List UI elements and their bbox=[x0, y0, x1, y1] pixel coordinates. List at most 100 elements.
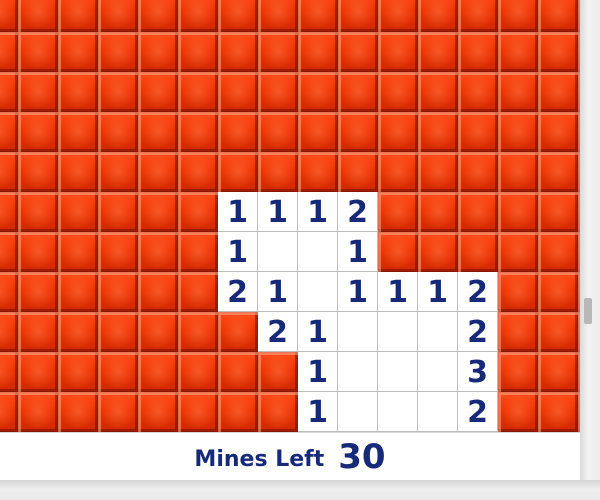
covered-tile[interactable] bbox=[218, 0, 258, 32]
covered-tile[interactable] bbox=[538, 112, 578, 152]
covered-tile[interactable] bbox=[58, 392, 98, 432]
covered-tile[interactable] bbox=[138, 272, 178, 312]
covered-tile[interactable] bbox=[258, 392, 298, 432]
covered-tile[interactable] bbox=[98, 0, 138, 32]
covered-tile[interactable] bbox=[98, 32, 138, 72]
covered-tile[interactable] bbox=[218, 392, 258, 432]
covered-tile[interactable] bbox=[538, 272, 578, 312]
covered-tile[interactable] bbox=[18, 272, 58, 312]
covered-tile[interactable] bbox=[538, 192, 578, 232]
covered-tile[interactable] bbox=[418, 32, 458, 72]
covered-tile[interactable] bbox=[98, 112, 138, 152]
covered-tile[interactable] bbox=[58, 232, 98, 272]
covered-tile[interactable] bbox=[258, 72, 298, 112]
covered-tile[interactable] bbox=[138, 192, 178, 232]
covered-tile[interactable] bbox=[218, 152, 258, 192]
covered-tile[interactable] bbox=[338, 0, 378, 32]
covered-tile[interactable] bbox=[298, 112, 338, 152]
covered-tile[interactable] bbox=[298, 32, 338, 72]
covered-tile[interactable] bbox=[378, 232, 418, 272]
covered-tile[interactable] bbox=[218, 72, 258, 112]
covered-tile[interactable] bbox=[58, 72, 98, 112]
covered-tile[interactable] bbox=[98, 312, 138, 352]
covered-tile[interactable] bbox=[258, 352, 298, 392]
covered-tile[interactable] bbox=[138, 112, 178, 152]
covered-tile[interactable] bbox=[18, 352, 58, 392]
covered-tile[interactable] bbox=[18, 112, 58, 152]
covered-tile[interactable] bbox=[58, 112, 98, 152]
covered-tile[interactable] bbox=[58, 192, 98, 232]
covered-tile[interactable] bbox=[418, 232, 458, 272]
covered-tile[interactable] bbox=[138, 152, 178, 192]
covered-tile[interactable] bbox=[458, 152, 498, 192]
covered-tile[interactable] bbox=[258, 32, 298, 72]
covered-tile[interactable] bbox=[138, 72, 178, 112]
covered-tile[interactable] bbox=[218, 352, 258, 392]
covered-tile[interactable] bbox=[538, 72, 578, 112]
covered-tile[interactable] bbox=[0, 232, 18, 272]
covered-tile[interactable] bbox=[58, 32, 98, 72]
covered-tile[interactable] bbox=[58, 152, 98, 192]
covered-tile[interactable] bbox=[418, 192, 458, 232]
covered-tile[interactable] bbox=[498, 0, 538, 32]
covered-tile[interactable] bbox=[498, 312, 538, 352]
covered-tile[interactable] bbox=[218, 32, 258, 72]
covered-tile[interactable] bbox=[58, 0, 98, 32]
covered-tile[interactable] bbox=[178, 392, 218, 432]
covered-tile[interactable] bbox=[178, 312, 218, 352]
covered-tile[interactable] bbox=[498, 152, 538, 192]
covered-tile[interactable] bbox=[98, 72, 138, 112]
covered-tile[interactable] bbox=[498, 72, 538, 112]
covered-tile[interactable] bbox=[98, 152, 138, 192]
covered-tile[interactable] bbox=[298, 72, 338, 112]
covered-tile[interactable] bbox=[458, 0, 498, 32]
covered-tile[interactable] bbox=[378, 192, 418, 232]
covered-tile[interactable] bbox=[138, 232, 178, 272]
covered-tile[interactable] bbox=[138, 32, 178, 72]
covered-tile[interactable] bbox=[178, 112, 218, 152]
covered-tile[interactable] bbox=[138, 0, 178, 32]
covered-tile[interactable] bbox=[98, 232, 138, 272]
covered-tile[interactable] bbox=[378, 152, 418, 192]
covered-tile[interactable] bbox=[98, 392, 138, 432]
covered-tile[interactable] bbox=[378, 72, 418, 112]
covered-tile[interactable] bbox=[178, 32, 218, 72]
covered-tile[interactable] bbox=[258, 152, 298, 192]
covered-tile[interactable] bbox=[338, 72, 378, 112]
covered-tile[interactable] bbox=[138, 392, 178, 432]
covered-tile[interactable] bbox=[178, 232, 218, 272]
covered-tile[interactable] bbox=[138, 312, 178, 352]
covered-tile[interactable] bbox=[0, 72, 18, 112]
covered-tile[interactable] bbox=[0, 392, 18, 432]
covered-tile[interactable] bbox=[98, 352, 138, 392]
covered-tile[interactable] bbox=[58, 312, 98, 352]
covered-tile[interactable] bbox=[0, 32, 18, 72]
covered-tile[interactable] bbox=[378, 0, 418, 32]
covered-tile[interactable] bbox=[18, 192, 58, 232]
covered-tile[interactable] bbox=[538, 352, 578, 392]
covered-tile[interactable] bbox=[18, 0, 58, 32]
covered-tile[interactable] bbox=[458, 192, 498, 232]
covered-tile[interactable] bbox=[18, 32, 58, 72]
covered-tile[interactable] bbox=[0, 352, 18, 392]
covered-tile[interactable] bbox=[338, 152, 378, 192]
covered-tile[interactable] bbox=[18, 392, 58, 432]
covered-tile[interactable] bbox=[418, 152, 458, 192]
covered-tile[interactable] bbox=[98, 192, 138, 232]
covered-tile[interactable] bbox=[0, 152, 18, 192]
covered-tile[interactable] bbox=[0, 0, 18, 32]
covered-tile[interactable] bbox=[458, 112, 498, 152]
covered-tile[interactable] bbox=[418, 72, 458, 112]
covered-tile[interactable] bbox=[58, 272, 98, 312]
covered-tile[interactable] bbox=[498, 112, 538, 152]
covered-tile[interactable] bbox=[178, 272, 218, 312]
covered-tile[interactable] bbox=[0, 192, 18, 232]
covered-tile[interactable] bbox=[458, 232, 498, 272]
covered-tile[interactable] bbox=[498, 272, 538, 312]
covered-tile[interactable] bbox=[218, 112, 258, 152]
covered-tile[interactable] bbox=[458, 72, 498, 112]
covered-tile[interactable] bbox=[298, 0, 338, 32]
covered-tile[interactable] bbox=[538, 392, 578, 432]
covered-tile[interactable] bbox=[498, 192, 538, 232]
covered-tile[interactable] bbox=[538, 152, 578, 192]
